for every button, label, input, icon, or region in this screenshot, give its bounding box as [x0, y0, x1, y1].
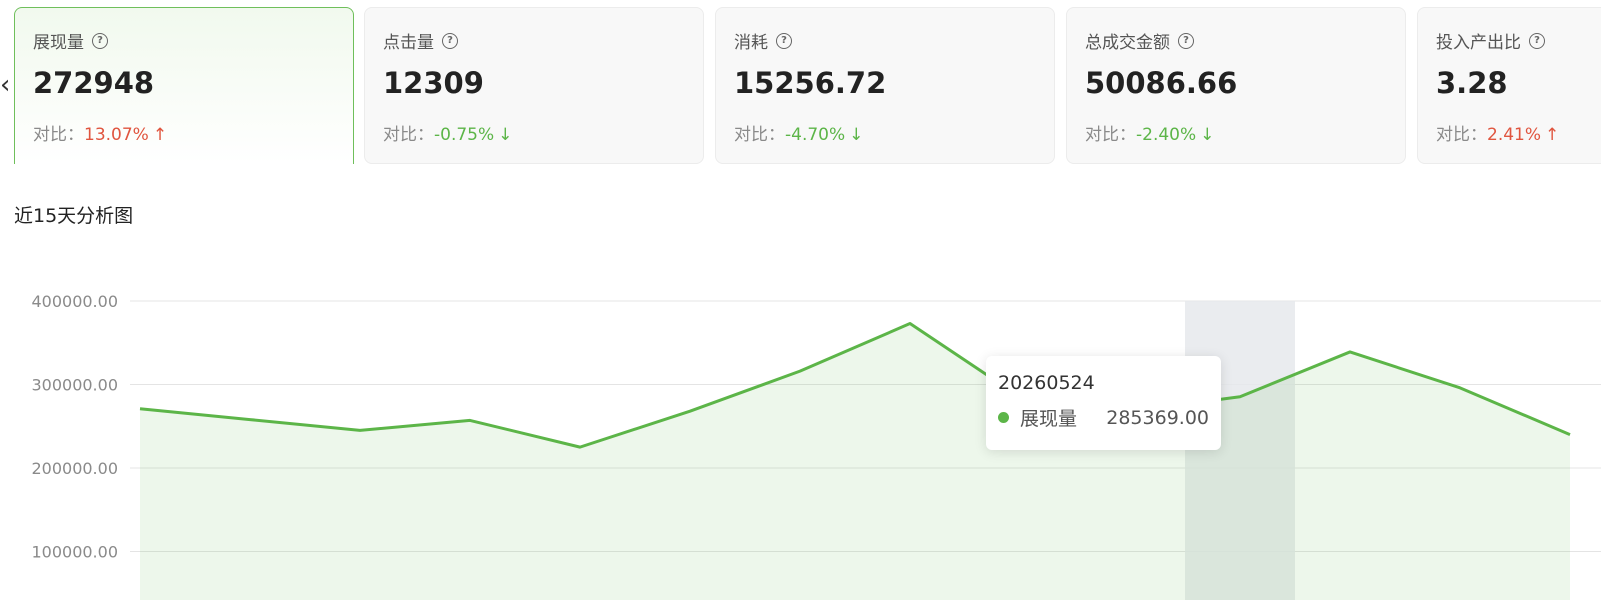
metric-card-roi[interactable]: 投入产出比? 3.28 对比：2.41% ↑: [1417, 7, 1601, 164]
compare-value: -4.70%: [785, 125, 846, 145]
question-circle-icon[interactable]: ?: [1529, 32, 1545, 49]
data-point[interactable]: [357, 427, 363, 433]
data-point[interactable]: [687, 408, 693, 414]
data-point[interactable]: [1457, 385, 1463, 391]
tooltip-row: 展现量 285369.00: [998, 404, 1209, 431]
data-point[interactable]: [1347, 349, 1353, 355]
card-title: 消耗?: [734, 28, 792, 53]
metric-card-impressions[interactable]: 展现量? 272948 对比：13.07% ↑: [14, 7, 354, 164]
card-title-text: 消耗: [734, 33, 768, 53]
card-title: 点击量?: [383, 28, 458, 53]
metric-card-clicks[interactable]: 点击量? 12309 对比：-0.75% ↓: [364, 7, 704, 164]
arrow-up-icon: ↑: [1545, 125, 1560, 145]
card-title-text: 展现量: [33, 33, 84, 53]
y-tick-label: 400000.00: [31, 292, 118, 311]
series-dot-icon: [998, 412, 1009, 423]
compare-label: 对比：: [383, 125, 434, 145]
arrow-down-icon: ↓: [498, 125, 513, 145]
data-point[interactable]: [137, 406, 143, 412]
arrow-down-icon: ↓: [1200, 125, 1215, 145]
data-point[interactable]: [1237, 394, 1243, 400]
arrow-up-icon: ↑: [152, 125, 168, 145]
data-point[interactable]: [797, 368, 803, 374]
series-area: [140, 323, 1570, 600]
chart-tooltip: 20260524 展现量 285369.00: [986, 356, 1221, 450]
data-point[interactable]: [577, 444, 583, 450]
question-circle-icon[interactable]: ?: [442, 32, 458, 49]
arrow-down-icon: ↓: [849, 125, 864, 145]
y-tick-label: 300000.00: [31, 376, 118, 395]
compare-label: 对比：: [1436, 125, 1487, 145]
compare-label: 对比：: [734, 125, 785, 145]
card-title-text: 点击量: [383, 33, 434, 53]
card-compare: 对比：-4.70% ↓: [734, 120, 863, 145]
card-compare: 对比：13.07% ↑: [33, 120, 167, 145]
impressions-area-chart: 400000.00 300000.00 200000.00 100000.00: [31, 292, 1601, 600]
card-value: 3.28: [1436, 66, 1508, 100]
card-title: 总成交金额?: [1085, 28, 1194, 53]
compare-value: -2.40%: [1136, 125, 1197, 145]
data-point[interactable]: [467, 417, 473, 423]
card-value: 12309: [383, 66, 484, 100]
card-compare: 对比：2.41% ↑: [1436, 120, 1559, 145]
compare-label: 对比：: [33, 125, 84, 145]
y-tick-label: 100000.00: [31, 543, 118, 562]
question-circle-icon[interactable]: ?: [92, 32, 108, 49]
question-circle-icon[interactable]: ?: [1178, 32, 1194, 49]
card-title-text: 总成交金额: [1085, 33, 1170, 53]
compare-value: -0.75%: [434, 125, 495, 145]
card-value: 50086.66: [1085, 66, 1238, 100]
card-compare: 对比：-2.40% ↓: [1085, 120, 1214, 145]
tooltip-date: 20260524: [998, 372, 1095, 394]
card-title-text: 投入产出比: [1436, 33, 1521, 53]
y-tick-label: 200000.00: [31, 459, 118, 478]
card-value: 15256.72: [734, 66, 887, 100]
card-compare: 对比：-0.75% ↓: [383, 120, 512, 145]
chevron-left-icon[interactable]: ‹: [0, 70, 20, 100]
data-point[interactable]: [247, 417, 253, 423]
metric-card-cost[interactable]: 消耗? 15256.72 对比：-4.70% ↓: [715, 7, 1055, 164]
compare-label: 对比：: [1085, 125, 1136, 145]
metric-cards: 展现量? 272948 对比：13.07% ↑ 点击量? 12309 对比：-0.…: [0, 0, 1601, 170]
section-title: 近15天分析图: [14, 205, 134, 227]
question-circle-icon[interactable]: ?: [776, 32, 792, 49]
card-title: 投入产出比?: [1436, 28, 1545, 53]
tooltip-series: 展现量: [1020, 408, 1078, 430]
card-title: 展现量?: [33, 28, 108, 53]
data-point[interactable]: [1567, 432, 1573, 438]
compare-value: 13.07%: [84, 125, 149, 145]
data-point[interactable]: [907, 321, 913, 327]
tooltip-value: 285369.00: [1106, 406, 1209, 429]
card-value: 272948: [33, 66, 155, 100]
metric-card-gmv[interactable]: 总成交金额? 50086.66 对比：-2.40% ↓: [1066, 7, 1406, 164]
compare-value: 2.41%: [1487, 125, 1542, 145]
